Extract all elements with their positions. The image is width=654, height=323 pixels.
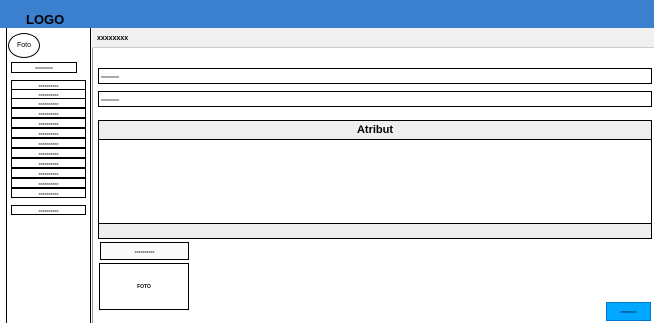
sidebar-item[interactable]: xxxxxxxxxx: [11, 188, 86, 198]
sidebar-item[interactable]: xxxxxxxxxx: [11, 178, 86, 188]
atribut-footer: [99, 223, 651, 238]
sidebar-item[interactable]: xxxxxxxxxx: [11, 118, 86, 128]
sidebar-user-name: xxxxxxxxx: [11, 62, 77, 73]
avatar[interactable]: Foto: [8, 33, 40, 58]
sidebar-item[interactable]: xxxxxxxxxx: [11, 128, 86, 138]
sidebar-item[interactable]: xxxxxxxxxx: [11, 108, 86, 118]
photo-placeholder: FOTO: [99, 263, 189, 310]
logo: LOGO: [26, 12, 65, 27]
sidebar-item[interactable]: xxxxxxxxxx: [11, 158, 86, 168]
sidebar-item[interactable]: xxxxxxxxxx: [11, 98, 86, 108]
sidebar-item[interactable]: xxxxxxxxxx: [11, 168, 86, 178]
text-field-2[interactable]: xxxxxxxxx: [98, 91, 652, 107]
upload-button[interactable]: xxxxxxxxxx: [100, 242, 189, 260]
sidebar-item[interactable]: xxxxxxxxxx: [11, 205, 86, 215]
sidebar-item[interactable]: xxxxxxxxxx: [11, 148, 86, 158]
top-bar: [0, 0, 654, 28]
text-field-1[interactable]: xxxxxxxxx: [98, 68, 652, 84]
sidebar-item[interactable]: xxxxxxxxxx: [11, 138, 86, 148]
page-title: xxxxxxxx: [97, 35, 129, 42]
atribut-header: Atribut: [99, 121, 651, 140]
action-button[interactable]: xxxxxxxx: [606, 302, 651, 321]
content-header: [92, 28, 654, 48]
